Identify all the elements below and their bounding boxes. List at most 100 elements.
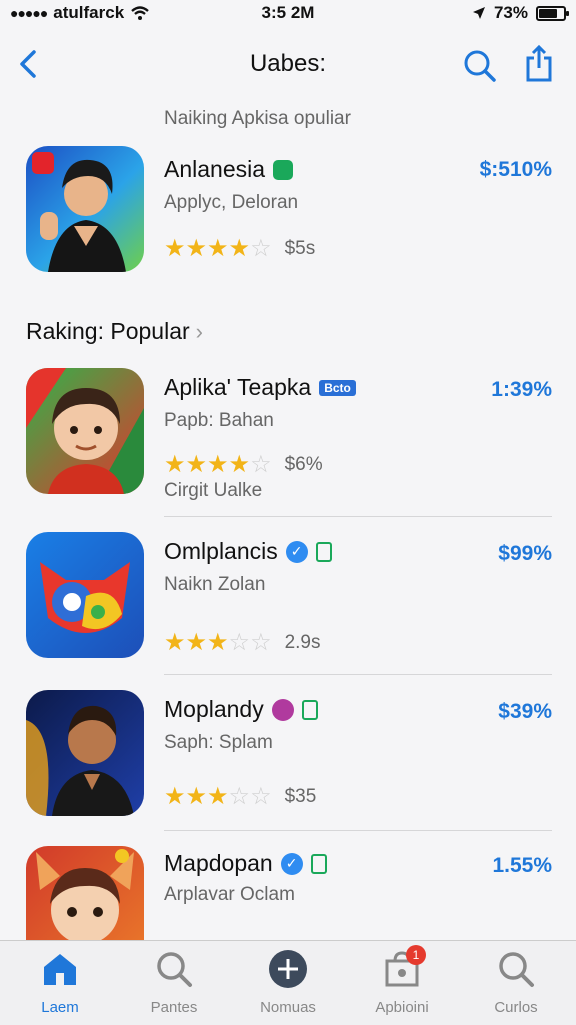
- app-icon-1[interactable]: [26, 368, 144, 494]
- star-filled-icon: ★: [207, 629, 229, 656]
- star-filled-icon: ★: [228, 451, 251, 478]
- rating-count: 2.9s: [284, 631, 321, 653]
- man-portrait-icon: [26, 705, 134, 816]
- app-name-3: Moplandy: [164, 696, 318, 723]
- tab-label: Pantes: [150, 999, 198, 1016]
- row-divider: [164, 674, 552, 675]
- star-filled-icon: ★: [185, 451, 208, 478]
- search-icon[interactable]: [462, 48, 498, 84]
- star-empty-icon: ☆: [250, 451, 272, 478]
- row-divider: [164, 830, 552, 831]
- star-rating-icon: ★★★★☆: [164, 450, 272, 479]
- status-bar: ●●●●● atulfarck 3:5 2M 73%: [0, 0, 576, 28]
- star-filled-icon: ★: [207, 451, 229, 478]
- star-empty-icon: ☆: [250, 783, 272, 810]
- featured-app-rating: ★★★★☆ $5s: [164, 234, 315, 263]
- app-name-4: Mapdopan: [164, 850, 327, 877]
- star-empty-icon: ☆: [250, 629, 272, 656]
- status-right: 73%: [472, 3, 569, 23]
- tab-bar: Laem Pantes Nomuas 1 Apbioini Curlos: [0, 940, 576, 1025]
- tab-label: Nomuas: [260, 999, 316, 1016]
- verified-icon: [280, 852, 303, 875]
- app-tag-badge: Bcto: [319, 379, 356, 396]
- bag-icon: 1: [382, 945, 426, 989]
- search-icon: [496, 949, 536, 989]
- character-illustration-icon: [32, 152, 126, 272]
- ranking-section-header[interactable]: Raking: Popular ›: [26, 318, 203, 345]
- row-divider: [164, 516, 552, 517]
- app-subtitle-3: Saph: Splam: [164, 732, 273, 753]
- star-filled-icon: ★: [228, 235, 251, 262]
- battery-icon: [536, 5, 569, 21]
- star-filled-icon: ★: [185, 783, 208, 810]
- star-rating-icon: ★★★☆☆: [164, 628, 272, 657]
- boy-avatar-icon: [26, 368, 144, 494]
- star-filled-icon: ★: [164, 451, 186, 478]
- battery-percent: 73%: [493, 3, 528, 22]
- app-price-3[interactable]: $39%: [498, 700, 552, 724]
- app-price-2[interactable]: $99%: [498, 542, 552, 566]
- ranking-header-label: Raking: Popular: [26, 318, 190, 344]
- star-filled-icon: ★: [164, 629, 186, 656]
- star-rating-icon: ★★★☆☆: [164, 782, 272, 811]
- app-title: Aplika' Teapka: [164, 374, 312, 400]
- tab-label: Laem: [41, 999, 79, 1016]
- cat-girl-avatar-icon: [36, 849, 134, 940]
- star-filled-icon: ★: [185, 235, 208, 262]
- share-icon[interactable]: [524, 44, 554, 82]
- star-empty-icon: ☆: [250, 235, 272, 262]
- app-title: Omlplancis: [164, 538, 278, 564]
- app-name-1: Aplika' Teapka Bcto: [164, 374, 356, 401]
- app-icon-4[interactable]: [26, 846, 144, 940]
- app-rating-2: ★★★☆☆ 2.9s: [164, 628, 321, 657]
- featured-app-name: Anlanesia: [164, 156, 294, 183]
- app-title: Moplandy: [164, 696, 264, 722]
- fox-logo-icon: [40, 562, 130, 633]
- tab-label: Curlos: [494, 999, 538, 1016]
- home-icon: [40, 949, 80, 989]
- app-price-4[interactable]: 1.55%: [492, 854, 552, 878]
- app-price-1[interactable]: 1:39%: [491, 378, 552, 402]
- star-filled-icon: ★: [164, 783, 186, 810]
- tab-home[interactable]: Laem: [10, 949, 110, 1016]
- app-name-2: Omlplancis: [164, 538, 332, 565]
- featured-app-price[interactable]: $:510%: [480, 158, 552, 182]
- tab-label: Apbioini: [375, 999, 429, 1016]
- document-icon: [301, 699, 318, 720]
- app-rating-1: ★★★★☆ $6%: [164, 450, 323, 479]
- star-rating-icon: ★★★★☆: [164, 234, 272, 263]
- chevron-right-icon: ›: [195, 318, 203, 344]
- app-rating-3: ★★★☆☆ $35: [164, 782, 316, 811]
- app-subtitle-2: Naikn Zolan: [164, 574, 266, 595]
- app-subtitle-4: Arplavar Oclam: [164, 884, 295, 905]
- tab-apps[interactable]: 1 Apbioini: [352, 945, 452, 1016]
- star-filled-icon: ★: [185, 629, 208, 656]
- tab-add[interactable]: Nomuas: [238, 949, 338, 1016]
- rating-count: $5s: [284, 237, 316, 259]
- app-icon-2[interactable]: [26, 532, 144, 658]
- nav-bar: Uabes:: [0, 40, 576, 90]
- star-empty-icon: ☆: [228, 783, 251, 810]
- app-badge-icon: [271, 698, 294, 721]
- app-title: Mapdopan: [164, 850, 273, 876]
- star-empty-icon: ☆: [228, 629, 251, 656]
- tab-search[interactable]: Pantes: [124, 949, 224, 1016]
- app-badge-icon: [273, 159, 294, 180]
- featured-app-title: Anlanesia: [164, 156, 266, 182]
- star-filled-icon: ★: [207, 783, 229, 810]
- app-subtitle-1: Papb: Bahan: [164, 410, 274, 431]
- document-icon: [310, 853, 327, 874]
- rating-count: $35: [284, 785, 317, 807]
- star-filled-icon: ★: [164, 235, 186, 262]
- plus-circle-icon: [268, 949, 308, 989]
- tab-curlos[interactable]: Curlos: [466, 949, 566, 1016]
- search-icon: [154, 949, 194, 989]
- document-icon: [315, 541, 332, 562]
- featured-app-icon[interactable]: [26, 146, 144, 272]
- battery-fill: [539, 8, 557, 18]
- rating-count: $6%: [284, 453, 323, 475]
- app-icon-3[interactable]: [26, 690, 144, 816]
- star-filled-icon: ★: [207, 235, 229, 262]
- location-arrow-icon: [472, 7, 485, 19]
- notification-badge: 1: [406, 945, 426, 965]
